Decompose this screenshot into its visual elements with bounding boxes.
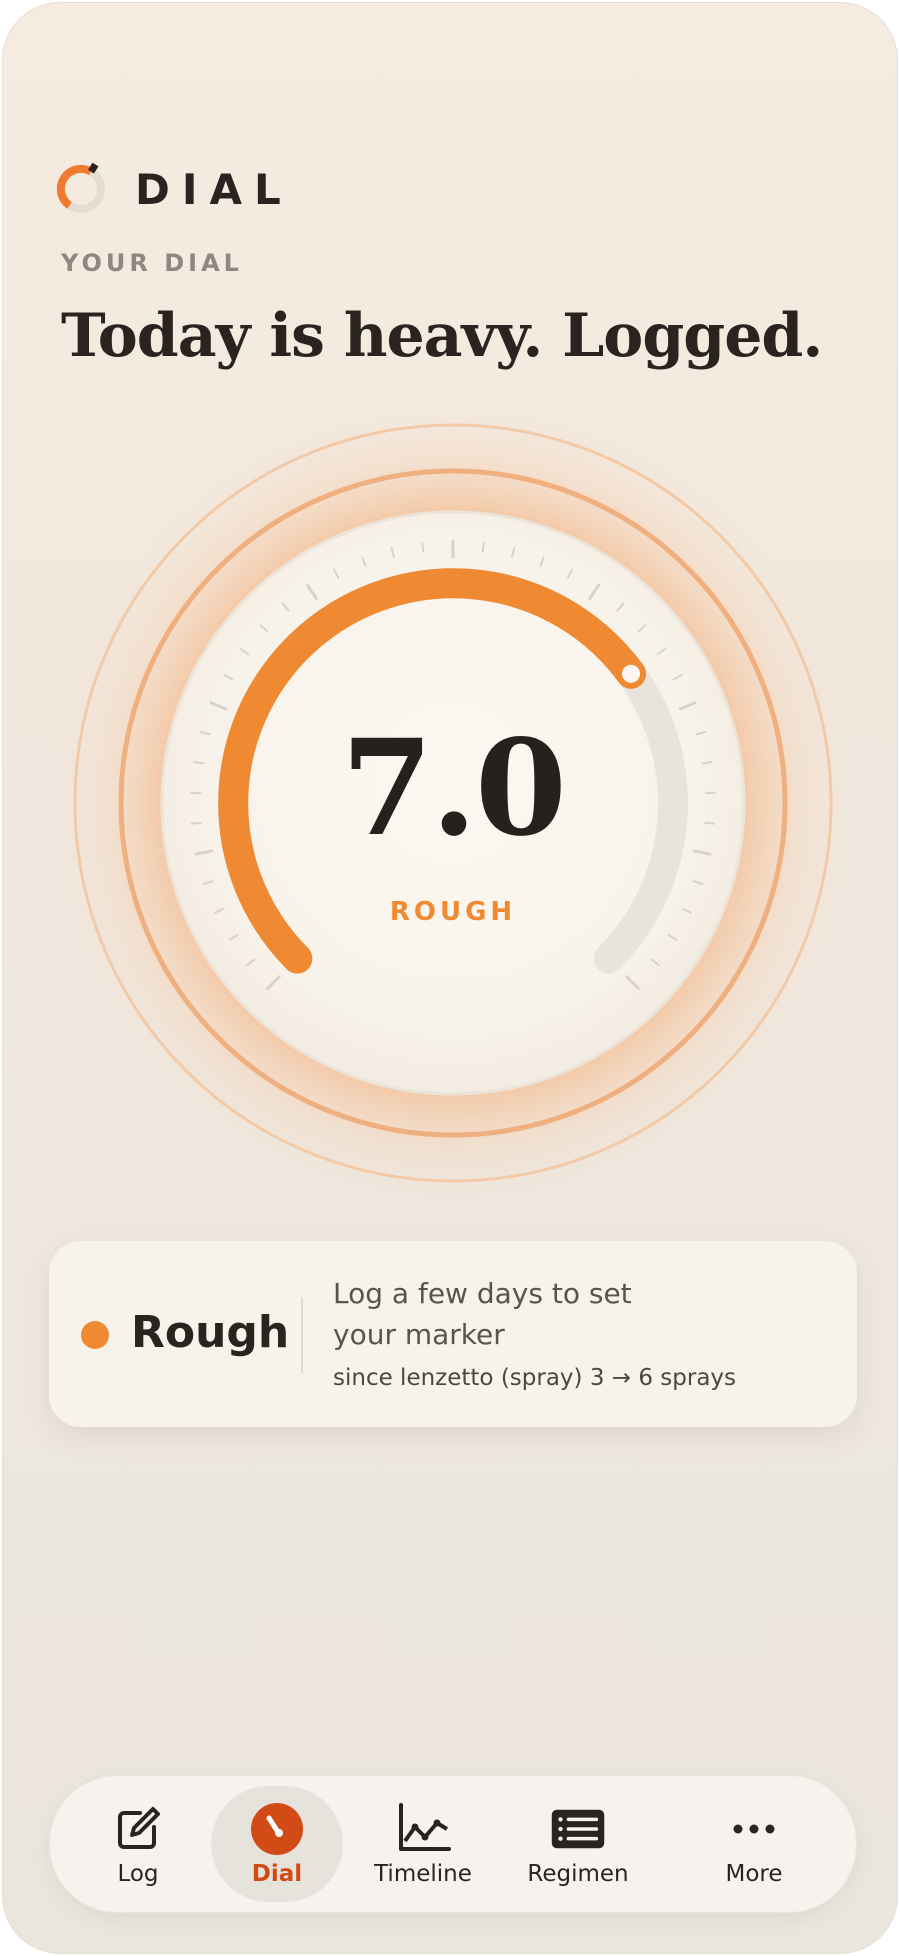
dial-tick	[202, 880, 214, 885]
dial-tick	[209, 701, 228, 711]
dial-tick	[678, 701, 697, 711]
nav-item-regimen[interactable]: Regimen	[508, 1786, 648, 1902]
dial-tick	[511, 547, 516, 558]
dial-tick	[246, 958, 256, 967]
dial-tick	[566, 568, 573, 579]
dial-tick	[421, 541, 425, 553]
dial-tick	[692, 880, 704, 885]
status-message: Log a few days to set your marker	[333, 1277, 632, 1351]
nav-label-log: Log	[117, 1861, 159, 1887]
list-icon	[551, 1809, 605, 1849]
nav-item-dial[interactable]: Dial	[211, 1786, 343, 1902]
brand: DIAL	[53, 161, 293, 217]
dial-tick	[637, 624, 647, 633]
dial-tick	[672, 674, 683, 681]
dial-tick	[704, 821, 716, 825]
section-eyebrow: YOUR DIAL	[61, 249, 243, 277]
dial-tick	[214, 907, 225, 914]
dial-ticks	[190, 539, 716, 990]
dial-tick	[194, 849, 214, 856]
dial-tick	[190, 821, 202, 825]
dial-tick	[650, 958, 660, 967]
dial-state-label: ROUGH	[389, 897, 517, 927]
dial-tick	[259, 624, 269, 633]
status-detail: since lenzetto (spray) 3 → 6 sprays	[333, 1365, 737, 1391]
dial-tick	[266, 975, 281, 990]
dial-tick	[695, 730, 707, 736]
dial-tick	[199, 730, 211, 736]
page-title: Today is heavy. Logged.	[61, 301, 823, 371]
status-dot	[81, 1321, 109, 1349]
dial-tick	[667, 934, 678, 941]
nav-item-log[interactable]: Log	[80, 1786, 196, 1902]
dial-gauge: 7.0 ROUGH	[3, 3, 897, 1953]
nav-label-dial: Dial	[251, 1861, 303, 1887]
status-card: Rough Log a few days to set your marker …	[49, 1241, 857, 1427]
dial-tick	[223, 674, 234, 681]
dial-tick	[333, 568, 340, 579]
dial-tick	[625, 975, 640, 990]
nav-label-regimen: Regimen	[527, 1861, 629, 1887]
dial-tick	[228, 934, 239, 941]
more-dots-icon	[733, 1824, 775, 1834]
dial-logo-icon	[56, 162, 105, 213]
card-divider	[301, 1297, 303, 1373]
line-chart-icon	[399, 1803, 451, 1851]
dial-tick	[481, 541, 485, 553]
dial-tick	[539, 556, 545, 567]
nav-item-timeline[interactable]: Timeline	[358, 1786, 488, 1902]
dial-icon	[251, 1803, 303, 1855]
dial-tick	[692, 849, 712, 856]
nav-label-more: More	[725, 1861, 783, 1887]
dial-tick	[305, 583, 318, 600]
dial-tick	[390, 547, 395, 558]
nav-label-timeline: Timeline	[374, 1861, 472, 1887]
app-screen: DIAL YOUR DIAL Today is heavy. Logged. 7…	[2, 2, 898, 1954]
dial-tick	[616, 602, 625, 612]
dial-tick	[681, 907, 692, 914]
app-name: DIAL	[135, 164, 293, 214]
dial-tick	[588, 583, 601, 600]
dial-tick	[701, 761, 713, 765]
dial-tick	[361, 556, 367, 567]
edit-icon	[118, 1807, 160, 1849]
dial-tick	[656, 648, 666, 656]
dial-fill-arc	[218, 568, 646, 974]
dial-tick	[193, 761, 205, 765]
bottom-nav: Log Dial Timeline Regimen More	[49, 1775, 857, 1913]
dial-tick	[240, 648, 250, 656]
dial-tick	[281, 602, 290, 612]
status-state: Rough	[131, 1307, 290, 1358]
dial-knob	[616, 658, 646, 689]
nav-item-more[interactable]: More	[702, 1786, 806, 1902]
dial-value: 7.0	[341, 711, 567, 866]
dial-track	[218, 568, 688, 974]
